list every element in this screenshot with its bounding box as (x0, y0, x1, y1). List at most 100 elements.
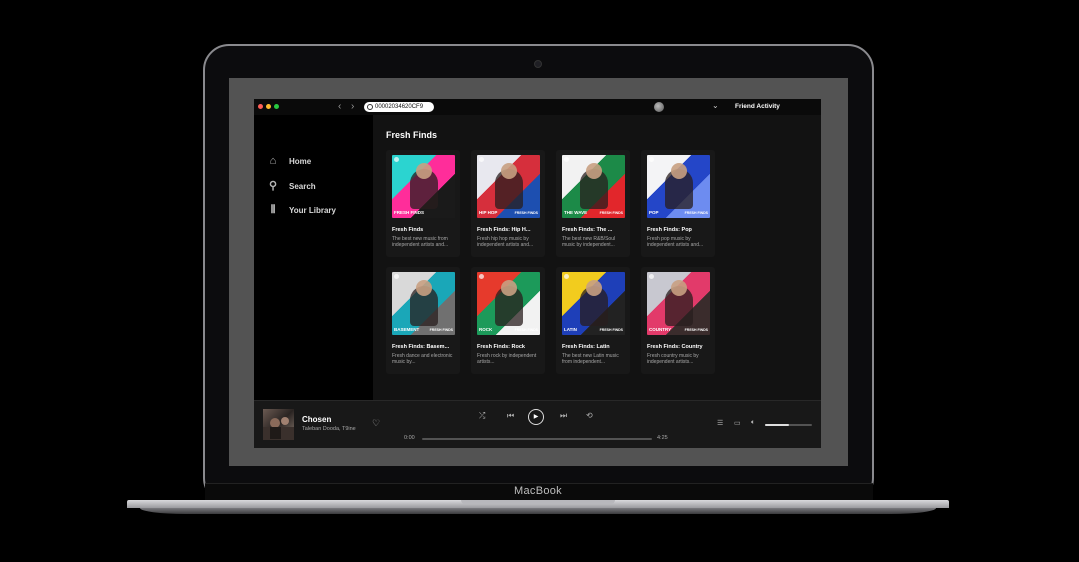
playlist-cover: FRESH FINDS (392, 155, 455, 218)
title-bar: ‹ › 00002034620CF9 ⌄ Friend Activity (254, 99, 821, 115)
playlist-description: Fresh hip hop music by independent artis… (477, 236, 534, 248)
playlist-title: Fresh Finds: The ... (562, 227, 613, 233)
sidebar-item-home[interactable]: ⌂ Home (267, 155, 312, 167)
track-title[interactable]: Chosen (302, 415, 331, 424)
playlist-card[interactable]: FRESH FINDS Fresh Finds The best new music… (386, 150, 460, 257)
search-input[interactable]: 00002034620CF9 (364, 102, 434, 112)
cover-figure-head (586, 280, 602, 296)
playlist-card[interactable]: BASEMENT FRESH FINDS Fresh Finds: Basem...… (386, 267, 460, 374)
volume-icon[interactable]: 🔈︎ (751, 419, 755, 427)
spotify-logo-icon (564, 157, 569, 162)
cover-genre-tag: COUNTRY (649, 327, 672, 332)
laptop-base-bottom (140, 508, 936, 514)
playlist-title: Fresh Finds: Hip H... (477, 227, 531, 233)
playlist-description: Fresh rock by independent artists... (477, 353, 537, 365)
playlist-cover: COUNTRY FRESH FINDS (647, 272, 710, 335)
cover-figure-head (416, 163, 432, 179)
cover-fresh-finds-tag: FRESH FINDS (599, 328, 623, 332)
cover-figure-head (586, 163, 602, 179)
sidebar-item-search[interactable]: ⚲ Search (267, 180, 316, 192)
sidebar-item-label: Search (289, 181, 316, 191)
cover-genre-tag: HIP HOP (479, 210, 498, 215)
laptop-notch (461, 500, 615, 504)
maximize-window-button[interactable] (274, 104, 279, 109)
play-icon: ▶ (533, 414, 539, 420)
playlist-title: Fresh Finds: Pop (647, 227, 692, 233)
previous-icon[interactable]: ⏮ (507, 411, 514, 421)
spotify-logo-icon (479, 274, 484, 279)
sidebar-item-your-library[interactable]: ⫴ Your Library (267, 204, 336, 216)
webcam (534, 60, 542, 68)
spotify-logo-icon (394, 157, 399, 162)
playlist-title: Fresh Finds (392, 227, 424, 233)
heart-icon[interactable]: ♡ (372, 418, 380, 429)
search-icon (367, 104, 373, 110)
playlist-cover: THE WAVE FRESH FINDS (562, 155, 625, 218)
search-icon: ⚲ (268, 180, 278, 192)
cover-genre-tag: POP (649, 210, 659, 215)
sidebar: ⌂ Home ⚲ Search ⫴ Your Library (254, 115, 373, 400)
progress-bar[interactable] (422, 438, 652, 440)
volume-slider[interactable] (765, 424, 812, 426)
album-art[interactable] (263, 409, 294, 440)
playlist-card[interactable]: COUNTRY FRESH FINDS Fresh Finds: Country Fr… (641, 267, 715, 374)
playlist-description: The best new Latin music from independen… (562, 353, 619, 365)
spotify-logo-icon (564, 274, 569, 279)
search-value: 00002034620CF9 (375, 104, 424, 110)
avatar[interactable] (654, 102, 664, 112)
cover-fresh-finds-tag: FRESH FINDS (429, 328, 453, 332)
playlist-card[interactable]: ROCK FRESH FINDS Fresh Finds: Rock Fresh ro… (471, 267, 545, 374)
section-title: Fresh Finds (386, 130, 438, 140)
shuffle-icon[interactable]: ⤮ (479, 411, 485, 421)
minimize-window-button[interactable] (266, 104, 271, 109)
queue-icon[interactable]: ☰ (717, 419, 723, 427)
cover-fresh-finds-tag: FRESH FINDS (514, 328, 538, 332)
cover-genre-tag: FRESH FINDS (394, 210, 425, 215)
playlist-title: Fresh Finds: Latin (562, 344, 610, 350)
playlist-cover: ROCK FRESH FINDS (477, 272, 540, 335)
track-artist[interactable]: Taleban Dooda, T9ine (302, 426, 356, 432)
playlist-card[interactable]: THE WAVE FRESH FINDS Fresh Finds: The ... T… (556, 150, 630, 257)
playlist-description: Fresh dance and electronic music by... (392, 353, 453, 365)
repeat-icon[interactable]: ⟲ (586, 411, 593, 421)
cover-fresh-finds-tag: FRESH FINDS (684, 328, 708, 332)
cover-fresh-finds-tag: FRESH FINDS (514, 211, 538, 215)
playlist-cover: BASEMENT FRESH FINDS (392, 272, 455, 335)
play-button[interactable]: ▶ (528, 409, 544, 425)
duration-time: 4:25 (657, 435, 668, 441)
device-brand: MacBook (514, 485, 562, 497)
spotify-app-window: ‹ › 00002034620CF9 ⌄ Friend Activity ⌂ H… (254, 99, 821, 448)
spotify-logo-icon (479, 157, 484, 162)
devices-icon[interactable]: ▭ (734, 419, 741, 427)
next-icon[interactable]: ⏭ (560, 411, 567, 421)
cover-fresh-finds-tag: FRESH FINDS (684, 211, 708, 215)
chevron-left-icon[interactable]: ‹ (338, 101, 341, 113)
chevron-down-icon[interactable]: ⌄ (712, 101, 719, 110)
playlist-description: Fresh pop music by independent artists a… (647, 236, 704, 248)
sidebar-item-label: Home (289, 156, 312, 166)
cover-genre-tag: ROCK (479, 327, 493, 332)
cover-figure-head (501, 280, 517, 296)
spotify-logo-icon (649, 157, 654, 162)
playlist-card[interactable]: HIP HOP FRESH FINDS Fresh Finds: Hip H... F… (471, 150, 545, 257)
playlist-description: The best new music from independent arti… (392, 236, 449, 248)
playlist-description: Fresh country music by independent artis… (647, 353, 699, 365)
playlist-title: Fresh Finds: Country (647, 344, 703, 350)
playlist-cover: LATIN FRESH FINDS (562, 272, 625, 335)
elapsed-time: 0:00 (404, 435, 415, 441)
close-window-button[interactable] (258, 104, 263, 109)
playlist-description: The best new R&B/Soul music by independe… (562, 236, 616, 248)
playlist-card[interactable]: POP FRESH FINDS Fresh Finds: Pop Fresh pop … (641, 150, 715, 257)
chevron-right-icon[interactable]: › (351, 101, 354, 113)
spotify-logo-icon (649, 274, 654, 279)
cover-figure-head (416, 280, 432, 296)
playlist-cover: HIP HOP FRESH FINDS (477, 155, 540, 218)
cover-genre-tag: BASEMENT (394, 327, 420, 332)
now-playing-bar: Chosen Taleban Dooda, T9ine ♡ ⤮ ⏮ ▶ ⏭ ⟲ … (254, 400, 821, 448)
playlist-title: Fresh Finds: Rock (477, 344, 525, 350)
friend-activity-panel (724, 115, 821, 400)
playlist-cover: POP FRESH FINDS (647, 155, 710, 218)
playlist-card[interactable]: LATIN FRESH FINDS Fresh Finds: Latin The be… (556, 267, 630, 374)
sidebar-item-label: Your Library (289, 205, 336, 215)
cover-genre-tag: THE WAVE (564, 210, 588, 215)
